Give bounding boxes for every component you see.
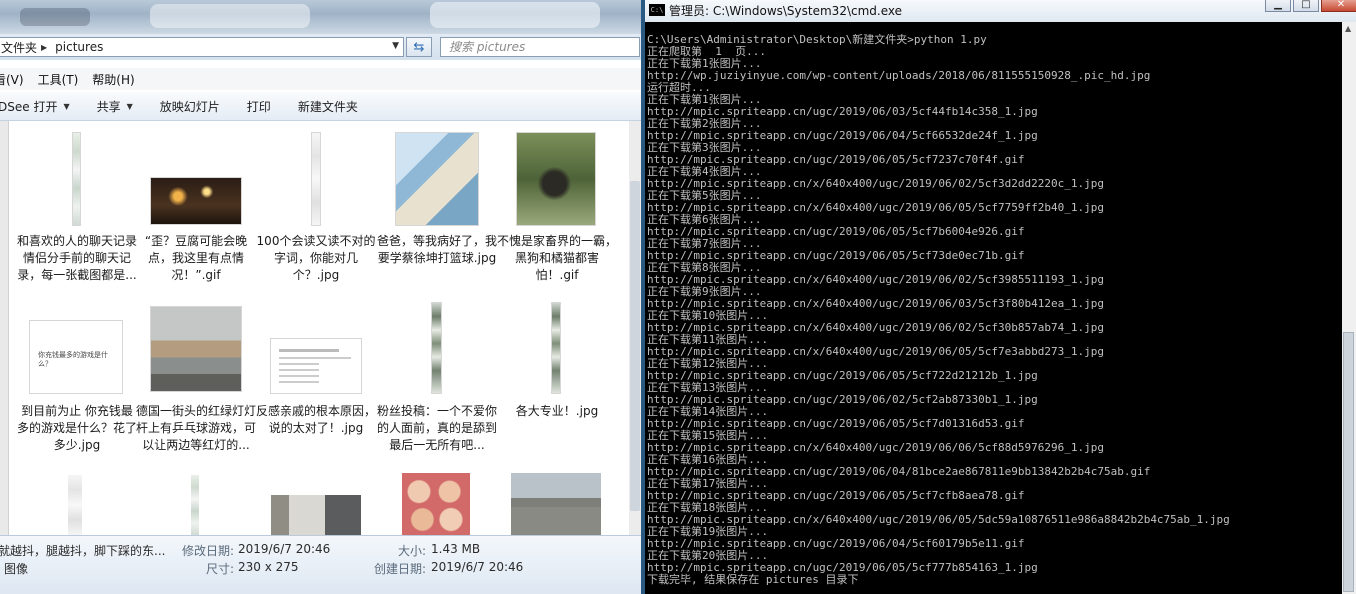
cmd-titlebar[interactable]: C:\ 管理员: C:\Windows\System32\cmd.exe ▁ □…: [645, 0, 1356, 22]
file-thumbnail: [256, 129, 376, 225]
file-name: 到目前为止 你充钱最多的游戏是什么？花了多少.jpg: [17, 404, 138, 452]
file-thumbnail: [256, 299, 376, 395]
file-name: 反感亲戚的根本原因，说的太对了！.jpg: [256, 404, 377, 435]
file-thumbnail[interactable]: [68, 475, 82, 535]
scroll-up-icon[interactable]: ▲: [1345, 24, 1351, 33]
scrollbar-thumb[interactable]: [1343, 332, 1354, 592]
minimize-button[interactable]: ▁: [1265, 0, 1291, 12]
address-dropdown-icon[interactable]: ▼: [392, 41, 399, 51]
console-scrollbar[interactable]: ▲: [1342, 22, 1356, 594]
file-thumbnail: [136, 129, 256, 225]
file-name: 100个会读又读不对的字词，你能对几个？.jpg: [256, 234, 376, 282]
file-thumbnail[interactable]: [191, 475, 199, 535]
created-label: 创建日期:: [374, 562, 427, 576]
selected-file-type: 图像: [4, 562, 29, 576]
menu-help[interactable]: 帮助(H): [92, 71, 134, 88]
address-row: 文件夹 ▶ pictures ▼ ⇆ 搜索 pictures: [0, 34, 641, 60]
file-thumbnail[interactable]: [402, 473, 470, 535]
file-name: 和喜欢的人的聊天记录情侣分手前的聊天记录，每一张截图都是...: [17, 234, 138, 282]
search-input[interactable]: 搜索 pictures: [440, 37, 640, 57]
refresh-button[interactable]: ⇆: [406, 37, 432, 57]
file-thumbnail[interactable]: [511, 473, 601, 535]
dimensions-label: 尺寸:: [206, 562, 235, 576]
modified-value: 2019/6/7 20:46: [238, 542, 331, 556]
chevron-down-icon: ▼: [63, 101, 70, 111]
open-with-button[interactable]: DSee 打开 ▼: [0, 98, 70, 115]
close-button[interactable]: ✕: [1321, 0, 1356, 12]
cmd-title: 管理员: C:\Windows\System32\cmd.exe: [669, 4, 902, 18]
console-line: 下载完毕, 结果保存在 pictures 目录下: [647, 573, 859, 586]
file-thumbnail: [497, 299, 617, 395]
command-toolbar: DSee 打开 ▼ 共享 ▼ 放映幻灯片 打印 新建文件夹: [0, 92, 641, 121]
vertical-scrollbar[interactable]: [629, 121, 641, 535]
details-pane: 就越抖，腿越抖，脚下踩的东... 图像 修改日期: 2019/6/7 20:46…: [0, 535, 641, 594]
created-value: 2019/6/7 20:46: [431, 560, 524, 574]
file-name: 德国一街头的红绿灯灯杆上有乒乓球游戏，可以让两边等红灯的...: [136, 404, 257, 452]
dimensions-value: 230 x 275: [238, 560, 299, 574]
file-name: 各大专业！.jpg: [515, 404, 599, 418]
chevron-down-icon: ▼: [126, 101, 133, 111]
file-thumbnail: [377, 299, 497, 395]
maximize-button[interactable]: □: [1293, 0, 1319, 12]
console-line: http://wp.juziyinyue.com/wp-content/uplo…: [647, 69, 1151, 82]
file-thumbnail: [497, 129, 617, 225]
file-name: 不愧是家畜界的一霸，黑狗和橘猫都害怕！.gif: [497, 234, 618, 282]
file-name: 爸爸，等我病好了，我要学蔡徐坤打篮球.jpg: [377, 234, 498, 265]
share-button[interactable]: 共享 ▼: [97, 98, 133, 115]
menu-bar: 看(V) 工具(T) 帮助(H): [0, 68, 641, 90]
cmd-window: C:\ 管理员: C:\Windows\System32\cmd.exe ▁ □…: [641, 0, 1356, 594]
cmd-icon: C:\: [649, 4, 665, 16]
modified-label: 修改日期:: [182, 544, 235, 558]
selected-file-name: 就越抖，腿越抖，脚下踩的东...: [0, 544, 166, 558]
explorer-window: 文件夹 ▶ pictures ▼ ⇆ 搜索 pictures 看(V) 工具(T…: [0, 0, 641, 594]
maximize-icon: □: [1301, 0, 1311, 10]
slideshow-button[interactable]: 放映幻灯片: [160, 98, 220, 115]
close-icon: ✕: [1336, 0, 1346, 10]
minimize-icon: ▁: [1274, 0, 1282, 10]
explorer-title-area: [0, 0, 641, 34]
navigation-pane-edge[interactable]: [0, 121, 9, 535]
size-label: 大小:: [398, 544, 427, 558]
address-bar[interactable]: 文件夹 ▶ pictures ▼: [0, 37, 404, 57]
console-output[interactable]: C:\Users\Administrator\Desktop\新建文件夹>pyt…: [647, 34, 1337, 594]
refresh-icon: ⇆: [413, 39, 425, 55]
menu-view[interactable]: 看(V): [0, 71, 24, 88]
breadcrumb-pictures[interactable]: pictures: [53, 40, 107, 54]
file-thumbnail: 你充钱最多的游戏是什么？: [17, 299, 137, 395]
file-name: “歪？豆腐可能会晚点，我这里有点情况！”.gif: [144, 234, 248, 282]
thumbnail-caption: 你充钱最多的游戏是什么？: [38, 351, 108, 368]
new-folder-button[interactable]: 新建文件夹: [298, 98, 358, 115]
file-thumbnail: [136, 299, 256, 395]
print-button[interactable]: 打印: [247, 98, 271, 115]
open-with-label: DSee 打开: [0, 99, 58, 114]
menu-tools[interactable]: 工具(T): [38, 71, 79, 88]
file-name: 粉丝投稿：一个不爱你的人面前，真的是舔到最后一无所有吧...: [377, 404, 498, 452]
file-thumbnail: [377, 129, 497, 225]
file-list: 和喜欢的人的聊天记录情侣分手前的聊天记录，每一张截图都是... “歪？豆腐可能会…: [0, 121, 629, 535]
size-value: 1.43 MB: [431, 542, 481, 556]
file-thumbnail: [17, 129, 137, 225]
file-thumbnail[interactable]: [271, 495, 361, 535]
breadcrumb-separator-icon[interactable]: ▶: [41, 43, 47, 52]
breadcrumb-folder[interactable]: 文件夹: [0, 39, 41, 56]
share-label: 共享: [96, 99, 121, 114]
